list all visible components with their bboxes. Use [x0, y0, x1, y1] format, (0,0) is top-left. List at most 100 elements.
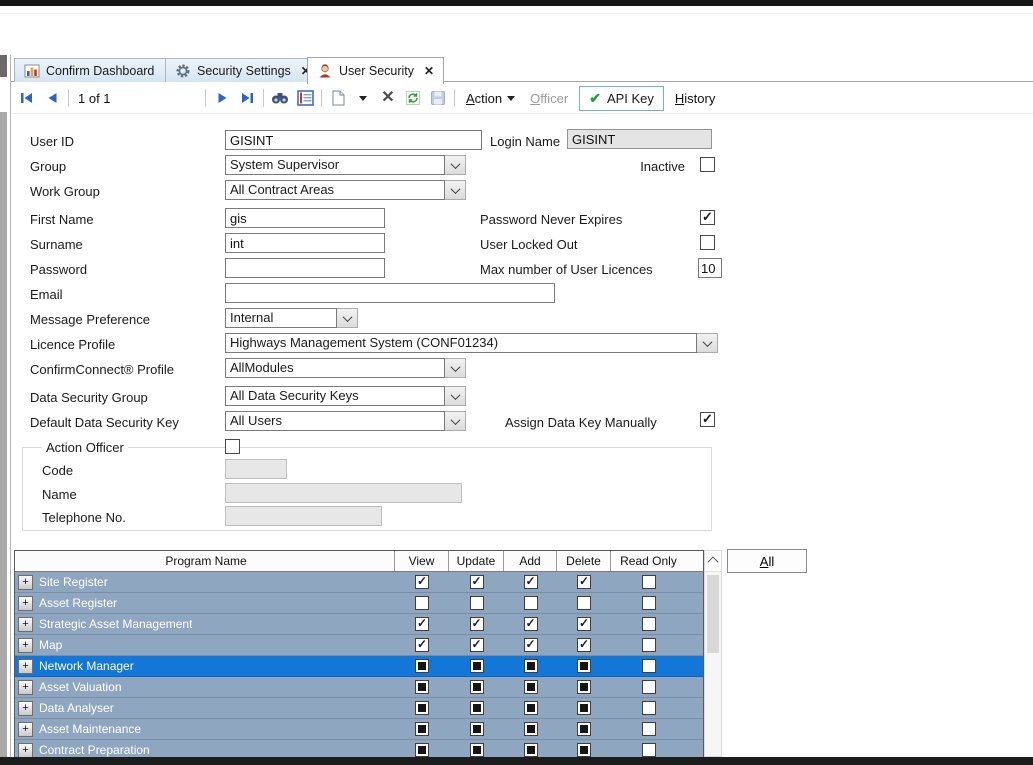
tab-security-settings[interactable]: Security Settings ✕	[165, 58, 321, 82]
expand-plus-icon[interactable]: +	[18, 659, 33, 674]
password-never-expires-checkbox[interactable]	[700, 210, 715, 225]
view-checkbox[interactable]	[415, 596, 429, 610]
new-record-dropdown-icon[interactable]	[354, 87, 372, 109]
delete-checkbox[interactable]	[577, 680, 591, 694]
add-checkbox[interactable]	[524, 638, 538, 652]
add-checkbox[interactable]	[524, 596, 538, 610]
table-row[interactable]: + Network Manager	[15, 656, 703, 677]
delete-record-icon[interactable]: ✕	[379, 87, 397, 109]
view-checkbox[interactable]	[415, 680, 429, 694]
table-row[interactable]: + Strategic Asset Management	[15, 614, 703, 635]
column-header-program-name[interactable]: Program Name	[15, 551, 395, 571]
add-checkbox[interactable]	[524, 617, 538, 631]
delete-checkbox[interactable]	[577, 659, 591, 673]
add-checkbox[interactable]	[524, 659, 538, 673]
table-row[interactable]: + Data Analyser	[15, 698, 703, 719]
update-checkbox[interactable]	[470, 701, 484, 715]
work-group-select[interactable]: All Contract Areas	[225, 180, 466, 200]
first-name-input[interactable]	[225, 208, 385, 228]
email-input[interactable]	[225, 283, 555, 303]
table-row[interactable]: + Asset Register	[15, 593, 703, 614]
licence-profile-select[interactable]: Highways Management System (CONF01234)	[225, 333, 718, 353]
history-button[interactable]: History	[671, 89, 719, 108]
expand-plus-icon[interactable]: +	[18, 596, 33, 611]
read_only-checkbox[interactable]	[642, 575, 656, 589]
assign-data-key-manually-checkbox[interactable]	[700, 412, 715, 427]
table-row[interactable]: + Site Register	[15, 572, 703, 593]
expand-plus-icon[interactable]: +	[18, 638, 33, 653]
view-checkbox[interactable]	[415, 575, 429, 589]
delete-checkbox[interactable]	[577, 596, 591, 610]
chevron-down-icon[interactable]	[445, 155, 466, 175]
previous-record-button[interactable]	[43, 87, 61, 109]
chevron-down-icon[interactable]	[697, 333, 718, 353]
add-checkbox[interactable]	[524, 680, 538, 694]
expand-plus-icon[interactable]: +	[18, 701, 33, 716]
update-checkbox[interactable]	[470, 659, 484, 673]
message-preference-select[interactable]: Internal	[225, 308, 358, 328]
inactive-checkbox[interactable]	[700, 157, 715, 172]
find-icon[interactable]	[271, 87, 289, 109]
chevron-down-icon[interactable]	[337, 308, 358, 328]
refresh-icon[interactable]	[404, 87, 422, 109]
table-row[interactable]: + Contract Preparation	[15, 740, 703, 757]
scroll-up-icon[interactable]	[705, 551, 721, 572]
table-row[interactable]: + Asset Valuation	[15, 677, 703, 698]
user-locked-out-checkbox[interactable]	[700, 235, 715, 250]
next-record-button[interactable]	[213, 87, 231, 109]
chevron-down-icon[interactable]	[445, 411, 466, 431]
surname-input[interactable]	[225, 233, 385, 253]
expand-plus-icon[interactable]: +	[18, 680, 33, 695]
max-user-licences-input[interactable]	[698, 258, 722, 278]
view-checkbox[interactable]	[415, 743, 429, 757]
add-checkbox[interactable]	[524, 701, 538, 715]
all-button[interactable]: All	[727, 549, 807, 573]
read_only-checkbox[interactable]	[642, 617, 656, 631]
view-checkbox[interactable]	[415, 722, 429, 736]
column-header-delete[interactable]: Delete	[557, 551, 611, 571]
view-checkbox[interactable]	[415, 659, 429, 673]
delete-checkbox[interactable]	[577, 617, 591, 631]
last-record-button[interactable]	[238, 87, 256, 109]
update-checkbox[interactable]	[470, 722, 484, 736]
column-header-view[interactable]: View	[395, 551, 449, 571]
close-icon[interactable]: ✕	[424, 64, 434, 78]
chevron-down-icon[interactable]	[445, 358, 466, 378]
new-record-icon[interactable]	[329, 87, 347, 109]
officer-button[interactable]: Officer	[526, 89, 572, 108]
api-key-button[interactable]: ✔ API Key	[579, 86, 664, 111]
read_only-checkbox[interactable]	[642, 701, 656, 715]
view-checkbox[interactable]	[415, 701, 429, 715]
add-checkbox[interactable]	[524, 575, 538, 589]
expand-plus-icon[interactable]: +	[18, 722, 33, 737]
expand-plus-icon[interactable]: +	[18, 617, 33, 632]
expand-plus-icon[interactable]: +	[18, 743, 33, 758]
column-header-update[interactable]: Update	[449, 551, 504, 571]
delete-checkbox[interactable]	[577, 722, 591, 736]
update-checkbox[interactable]	[470, 680, 484, 694]
confirmconnect-profile-select[interactable]: AllModules	[225, 358, 466, 378]
list-view-icon[interactable]	[296, 87, 314, 109]
table-row[interactable]: + Map	[15, 635, 703, 656]
password-input[interactable]	[225, 258, 385, 278]
data-security-group-select[interactable]: All Data Security Keys	[225, 386, 466, 406]
delete-checkbox[interactable]	[577, 743, 591, 757]
add-checkbox[interactable]	[524, 722, 538, 736]
left-panel-scrollbar[interactable]	[0, 112, 7, 757]
read_only-checkbox[interactable]	[642, 596, 656, 610]
user-id-input[interactable]	[225, 130, 482, 150]
add-checkbox[interactable]	[524, 743, 538, 757]
update-checkbox[interactable]	[470, 575, 484, 589]
action-officer-checkbox[interactable]	[225, 439, 240, 454]
tab-confirm-dashboard[interactable]: Confirm Dashboard ✕	[14, 58, 184, 82]
delete-checkbox[interactable]	[577, 701, 591, 715]
default-data-security-key-select[interactable]: All Users	[225, 411, 466, 431]
read_only-checkbox[interactable]	[642, 638, 656, 652]
read_only-checkbox[interactable]	[642, 680, 656, 694]
tab-user-security[interactable]: User Security ✕	[307, 57, 444, 84]
column-header-read-only[interactable]: Read Only	[611, 551, 686, 571]
read_only-checkbox[interactable]	[642, 722, 656, 736]
read_only-checkbox[interactable]	[642, 743, 656, 757]
update-checkbox[interactable]	[470, 743, 484, 757]
scrollbar-thumb[interactable]	[707, 575, 719, 653]
